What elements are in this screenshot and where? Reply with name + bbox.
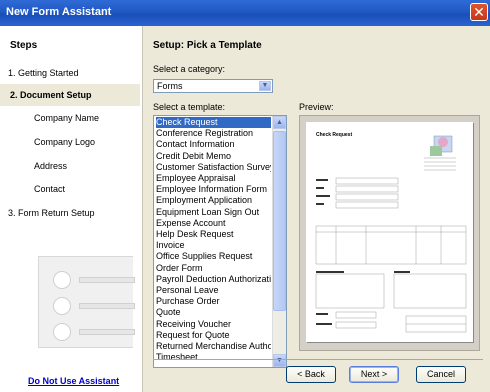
line-bar bbox=[79, 303, 135, 309]
preview-page: Check Request bbox=[306, 122, 473, 342]
line-bar bbox=[79, 329, 135, 335]
step-address[interactable]: Address bbox=[34, 161, 67, 171]
template-list-item[interactable]: Timesheet bbox=[156, 352, 271, 363]
page-title: Setup: Pick a Template bbox=[153, 40, 262, 51]
next-button[interactable]: Next > bbox=[349, 366, 399, 383]
step-company-logo[interactable]: Company Logo bbox=[34, 137, 95, 147]
steps-heading: Steps bbox=[10, 40, 38, 51]
template-list-item[interactable]: Expense Account bbox=[156, 218, 271, 229]
illustration-row bbox=[53, 323, 135, 341]
cancel-button[interactable]: Cancel bbox=[416, 366, 466, 383]
step-form-return-setup[interactable]: 3. Form Return Setup bbox=[8, 208, 95, 218]
step-document-setup-label: 2. Document Setup bbox=[10, 90, 92, 100]
scroll-down-icon[interactable]: ▼ bbox=[273, 354, 286, 367]
template-list-item[interactable]: Credit Debit Memo bbox=[156, 151, 271, 162]
line-bar bbox=[79, 277, 135, 283]
radio-circle-icon bbox=[53, 297, 71, 315]
template-list-item[interactable]: Receiving Voucher bbox=[156, 319, 271, 330]
template-preview: Check Request bbox=[299, 115, 480, 351]
category-select[interactable]: Forms ▼ bbox=[153, 79, 273, 93]
template-list-item[interactable]: Invoice bbox=[156, 240, 271, 251]
window-title: New Form Assistant bbox=[6, 6, 112, 18]
template-list[interactable]: TimesheetReturned Merchandise Authorizat… bbox=[153, 115, 287, 368]
step-getting-started[interactable]: 1. Getting Started bbox=[8, 68, 79, 78]
scrollbar-thumb[interactable] bbox=[273, 131, 286, 311]
template-list-item[interactable]: Customer Satisfaction Survey bbox=[156, 162, 271, 173]
steps-sidebar: Steps 1. Getting Started 2. Document Set… bbox=[0, 26, 143, 392]
template-list-item[interactable]: Employment Application bbox=[156, 195, 271, 206]
radio-circle-icon bbox=[53, 271, 71, 289]
footer-divider bbox=[153, 359, 483, 360]
template-list-item[interactable]: Equipment Loan Sign Out bbox=[156, 207, 271, 218]
template-list-item[interactable]: Office Supplies Request bbox=[156, 251, 271, 262]
step-document-setup[interactable]: 2. Document Setup bbox=[0, 84, 140, 106]
close-icon[interactable]: ✕ bbox=[470, 3, 488, 21]
template-label: Select a template: bbox=[153, 102, 226, 112]
scroll-up-icon[interactable]: ▲ bbox=[273, 116, 286, 129]
wizard-illustration bbox=[38, 256, 135, 348]
template-list-item[interactable]: Payroll Deduction Authorization bbox=[156, 274, 271, 285]
radio-circle-icon bbox=[53, 323, 71, 341]
template-list-item[interactable]: Personal Leave bbox=[156, 285, 271, 296]
do-not-use-assistant-link[interactable]: Do Not Use Assistant bbox=[28, 376, 119, 386]
step-contact[interactable]: Contact bbox=[34, 184, 65, 194]
preview-label: Preview: bbox=[299, 102, 334, 112]
back-button[interactable]: < Back bbox=[286, 366, 336, 383]
illustration-row bbox=[53, 271, 135, 289]
template-list-item[interactable]: Help Desk Request bbox=[156, 229, 271, 240]
template-list-item[interactable]: Request for Quote bbox=[156, 330, 271, 341]
template-list-item[interactable]: Quote bbox=[156, 307, 271, 318]
template-list-item[interactable]: Employee Appraisal bbox=[156, 173, 271, 184]
step-company-name[interactable]: Company Name bbox=[34, 113, 99, 123]
template-list-item[interactable]: Conference Registration bbox=[156, 128, 271, 139]
template-list-item[interactable]: Order Form bbox=[156, 263, 271, 274]
category-value: Forms bbox=[157, 81, 183, 91]
illustration-row bbox=[53, 297, 135, 315]
main-panel: Setup: Pick a Template Select a category… bbox=[143, 26, 490, 392]
template-list-item[interactable]: Contact Information bbox=[156, 139, 271, 150]
template-list-item[interactable]: Check Request bbox=[156, 117, 271, 128]
template-list-item[interactable]: Returned Merchandise Authorization bbox=[156, 341, 271, 352]
template-list-item[interactable]: Employee Information Form bbox=[156, 184, 271, 195]
category-label: Select a category: bbox=[153, 64, 226, 74]
title-bar: New Form Assistant ✕ bbox=[0, 0, 490, 26]
chevron-down-icon[interactable]: ▼ bbox=[259, 81, 271, 91]
template-list-scrollbar[interactable]: ▲ ▼ bbox=[272, 116, 286, 367]
template-list-item[interactable]: Purchase Order bbox=[156, 296, 271, 307]
preview-form-graphic bbox=[315, 135, 467, 333]
